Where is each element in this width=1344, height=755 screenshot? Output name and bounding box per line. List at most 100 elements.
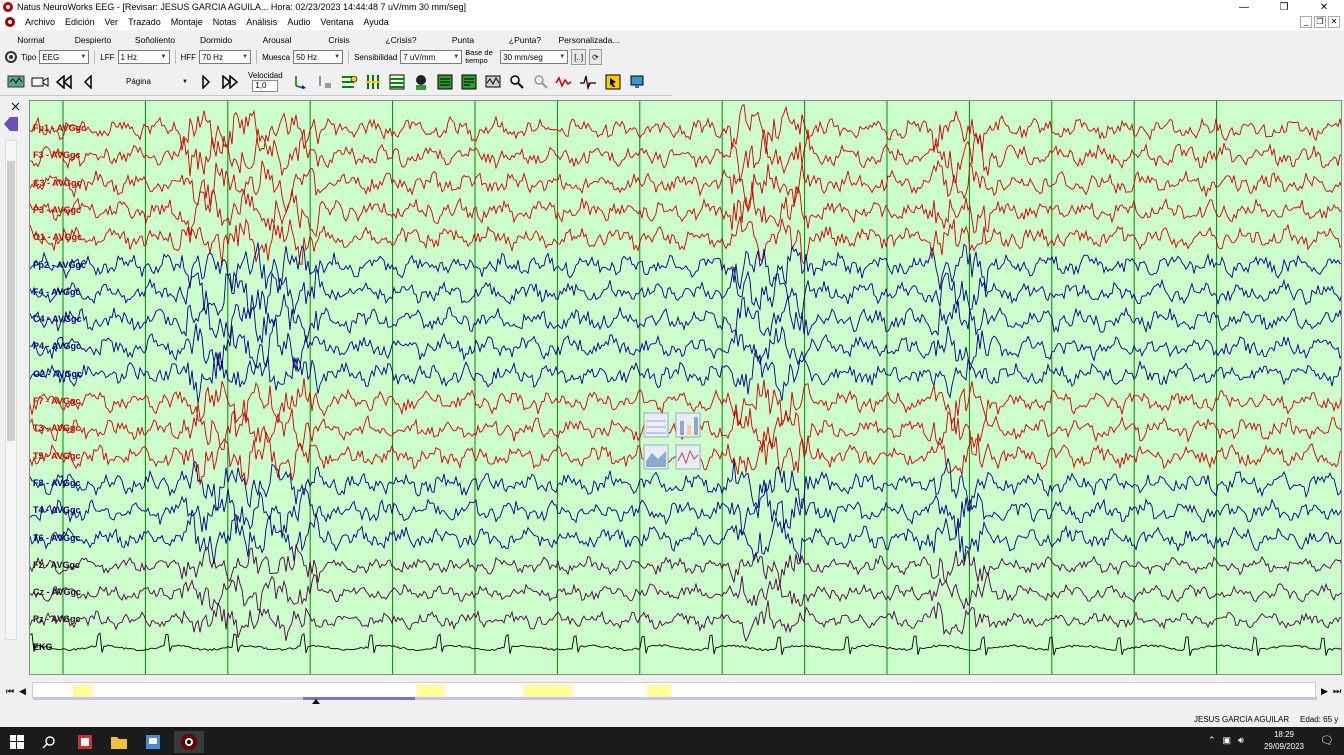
grid-view-icon[interactable] (387, 72, 407, 92)
channel-label[interactable]: Pz - AVGgc (33, 614, 81, 624)
menu-ayuda[interactable]: Ayuda (358, 17, 393, 27)
restore-button[interactable]: ❐ (1264, 2, 1304, 13)
channel-label[interactable]: F3 - AVGgc (33, 150, 81, 160)
channel-select-icon[interactable] (291, 72, 311, 92)
video-camera-icon[interactable] (30, 72, 50, 92)
refresh-button[interactable]: ⟳ (589, 49, 602, 65)
event-marker[interactable] (647, 685, 671, 697)
waveform-analysis-icon[interactable] (579, 72, 599, 92)
menu-edicion[interactable]: Edición (60, 17, 100, 27)
waveform-marker-icon[interactable] (555, 72, 575, 92)
channel-label[interactable]: T3 - AVGgc (33, 423, 81, 433)
rewind-fast-icon[interactable] (54, 72, 74, 92)
hff-select[interactable]: 70 Hz ▼ (199, 50, 252, 64)
report-icon[interactable] (435, 72, 455, 92)
event-punta-button[interactable]: Punta (432, 35, 494, 45)
speed-input[interactable]: 1,0 (252, 80, 279, 92)
sensitivity-select[interactable]: 7 uV/mm ▼ (400, 50, 463, 64)
mdi-restore-button[interactable]: ❐ (1314, 16, 1326, 28)
back-arrow-icon[interactable] (2, 114, 20, 134)
eeg-trace-area[interactable]: Fp1 - AVGgc F3 - AVGgc C3 - AVGgc P3 - AVGg… (29, 100, 1342, 675)
page-select[interactable]: Página ▼ (122, 74, 192, 90)
zoom-in-icon[interactable] (507, 72, 527, 92)
event-marker[interactable] (73, 685, 93, 697)
lff-select[interactable]: 1 Hz ▼ (117, 50, 170, 64)
timeline-next-icon[interactable]: ▶ (1321, 686, 1328, 697)
volume-icon[interactable]: 🔊︎ (1238, 735, 1244, 746)
menu-trazado[interactable]: Trazado (123, 17, 166, 27)
forward-fast-icon[interactable] (220, 72, 240, 92)
channel-label[interactable]: T4 - AVGgc (33, 505, 81, 515)
taskbar-app-explorer[interactable] (106, 731, 132, 753)
search-button[interactable] (36, 731, 62, 753)
channel-label[interactable]: Cz - AVGgc (33, 587, 81, 597)
channel-label[interactable]: F7 - AVGgc (33, 396, 81, 406)
timebase-select[interactable]: 30 mm/seg ▼ (500, 50, 569, 64)
bracket-button[interactable]: [..] (571, 49, 587, 65)
mdi-close-button[interactable]: ✕ (1328, 16, 1340, 28)
taskbar-app-neuroworks-active[interactable] (174, 731, 204, 753)
event-marker[interactable] (417, 685, 445, 697)
channel-label[interactable]: O2 - AVGgc (33, 369, 82, 379)
notifications-icon[interactable]: 🗨︎ (1320, 734, 1334, 747)
event-crisis-button[interactable]: Crisis (308, 35, 370, 45)
event-sonoliento-button[interactable]: Soñoliento (124, 35, 186, 45)
channel-label[interactable]: Fp2 - AVGgc (33, 260, 86, 270)
channel-label[interactable]: T5 - AVGgc (33, 451, 81, 461)
document-icon[interactable] (4, 16, 16, 28)
menu-archivo[interactable]: Archivo (20, 17, 60, 27)
channel-label[interactable]: O1 - AVGgc (33, 232, 82, 242)
event-marker[interactable] (523, 685, 573, 697)
previous-page-icon[interactable] (78, 72, 98, 92)
close-button[interactable]: ✕ (1304, 2, 1344, 13)
menu-notas[interactable]: Notas (208, 17, 242, 27)
channel-label[interactable]: P4 - AVGgc (33, 341, 81, 351)
trace-scale-icon[interactable] (363, 72, 383, 92)
event-crisis-question-button[interactable]: ¿Crisis? (370, 35, 432, 45)
channel-label[interactable]: P3 - AVGgc (33, 205, 81, 215)
patient-icon[interactable] (411, 72, 431, 92)
montage-icon[interactable] (339, 72, 359, 92)
event-normal-button[interactable]: Normal (0, 35, 62, 45)
export-icon[interactable] (459, 72, 479, 92)
clock[interactable]: 18:29 29/09/2023 (1264, 729, 1304, 753)
channel-label[interactable]: C4 - AVGgc (33, 314, 82, 324)
menu-ventana[interactable]: Ventana (315, 17, 358, 27)
tipo-select[interactable]: EEG ▼ (39, 50, 90, 64)
scrollbar-thumb[interactable] (7, 161, 15, 441)
channel-label[interactable]: C3 - AVGgc (33, 178, 82, 188)
event-dormido-button[interactable]: Dormido (186, 35, 246, 45)
taskbar-app-viewer[interactable] (140, 731, 166, 753)
event-punta-question-button[interactable]: ¿Punta? (494, 35, 556, 45)
channel-label[interactable]: Fp1 - AVGgc (33, 123, 86, 133)
channel-label[interactable]: EKG (33, 642, 53, 652)
monitor-icon[interactable] (627, 72, 647, 92)
taskbar-app-natus[interactable] (72, 731, 98, 753)
minimize-button[interactable]: — (1224, 2, 1264, 13)
menu-ver[interactable]: Ver (100, 17, 124, 27)
event-personalizada-button[interactable]: Personalizada... (556, 35, 622, 45)
next-page-icon[interactable] (196, 72, 216, 92)
pointer-icon[interactable] (603, 72, 623, 92)
timeline-start-icon[interactable]: ⏮ (6, 686, 14, 697)
timeline-end-icon[interactable]: ⏭ (1333, 686, 1341, 697)
notch-select[interactable]: 50 Hz ▼ (293, 50, 344, 64)
timeline-track[interactable] (32, 682, 1317, 704)
channel-label[interactable]: Fz - AVGgc (33, 560, 80, 570)
spike-detect-icon[interactable] (483, 72, 503, 92)
menu-audio[interactable]: Audio (282, 17, 315, 27)
review-screen-icon[interactable] (6, 72, 26, 92)
zoom-out-icon[interactable] (531, 72, 551, 92)
channel-label[interactable]: T6 - AVGgc (33, 533, 81, 543)
vertical-scrollbar[interactable] (5, 140, 17, 640)
chevron-up-icon[interactable]: ⌃ (1208, 735, 1216, 746)
channel-label[interactable]: F8 - AVGgc (33, 478, 81, 488)
close-panel-icon[interactable] (11, 102, 20, 111)
channel-remove-icon[interactable] (315, 72, 335, 92)
menu-montaje[interactable]: Montaje (166, 17, 208, 27)
start-button[interactable] (4, 731, 30, 753)
menu-analisis[interactable]: Análisis (241, 17, 282, 27)
event-despierto-button[interactable]: Despierto (62, 35, 124, 45)
timeline-prev-icon[interactable]: ◀ (19, 686, 26, 697)
mdi-minimize-button[interactable]: _ (1300, 16, 1312, 28)
